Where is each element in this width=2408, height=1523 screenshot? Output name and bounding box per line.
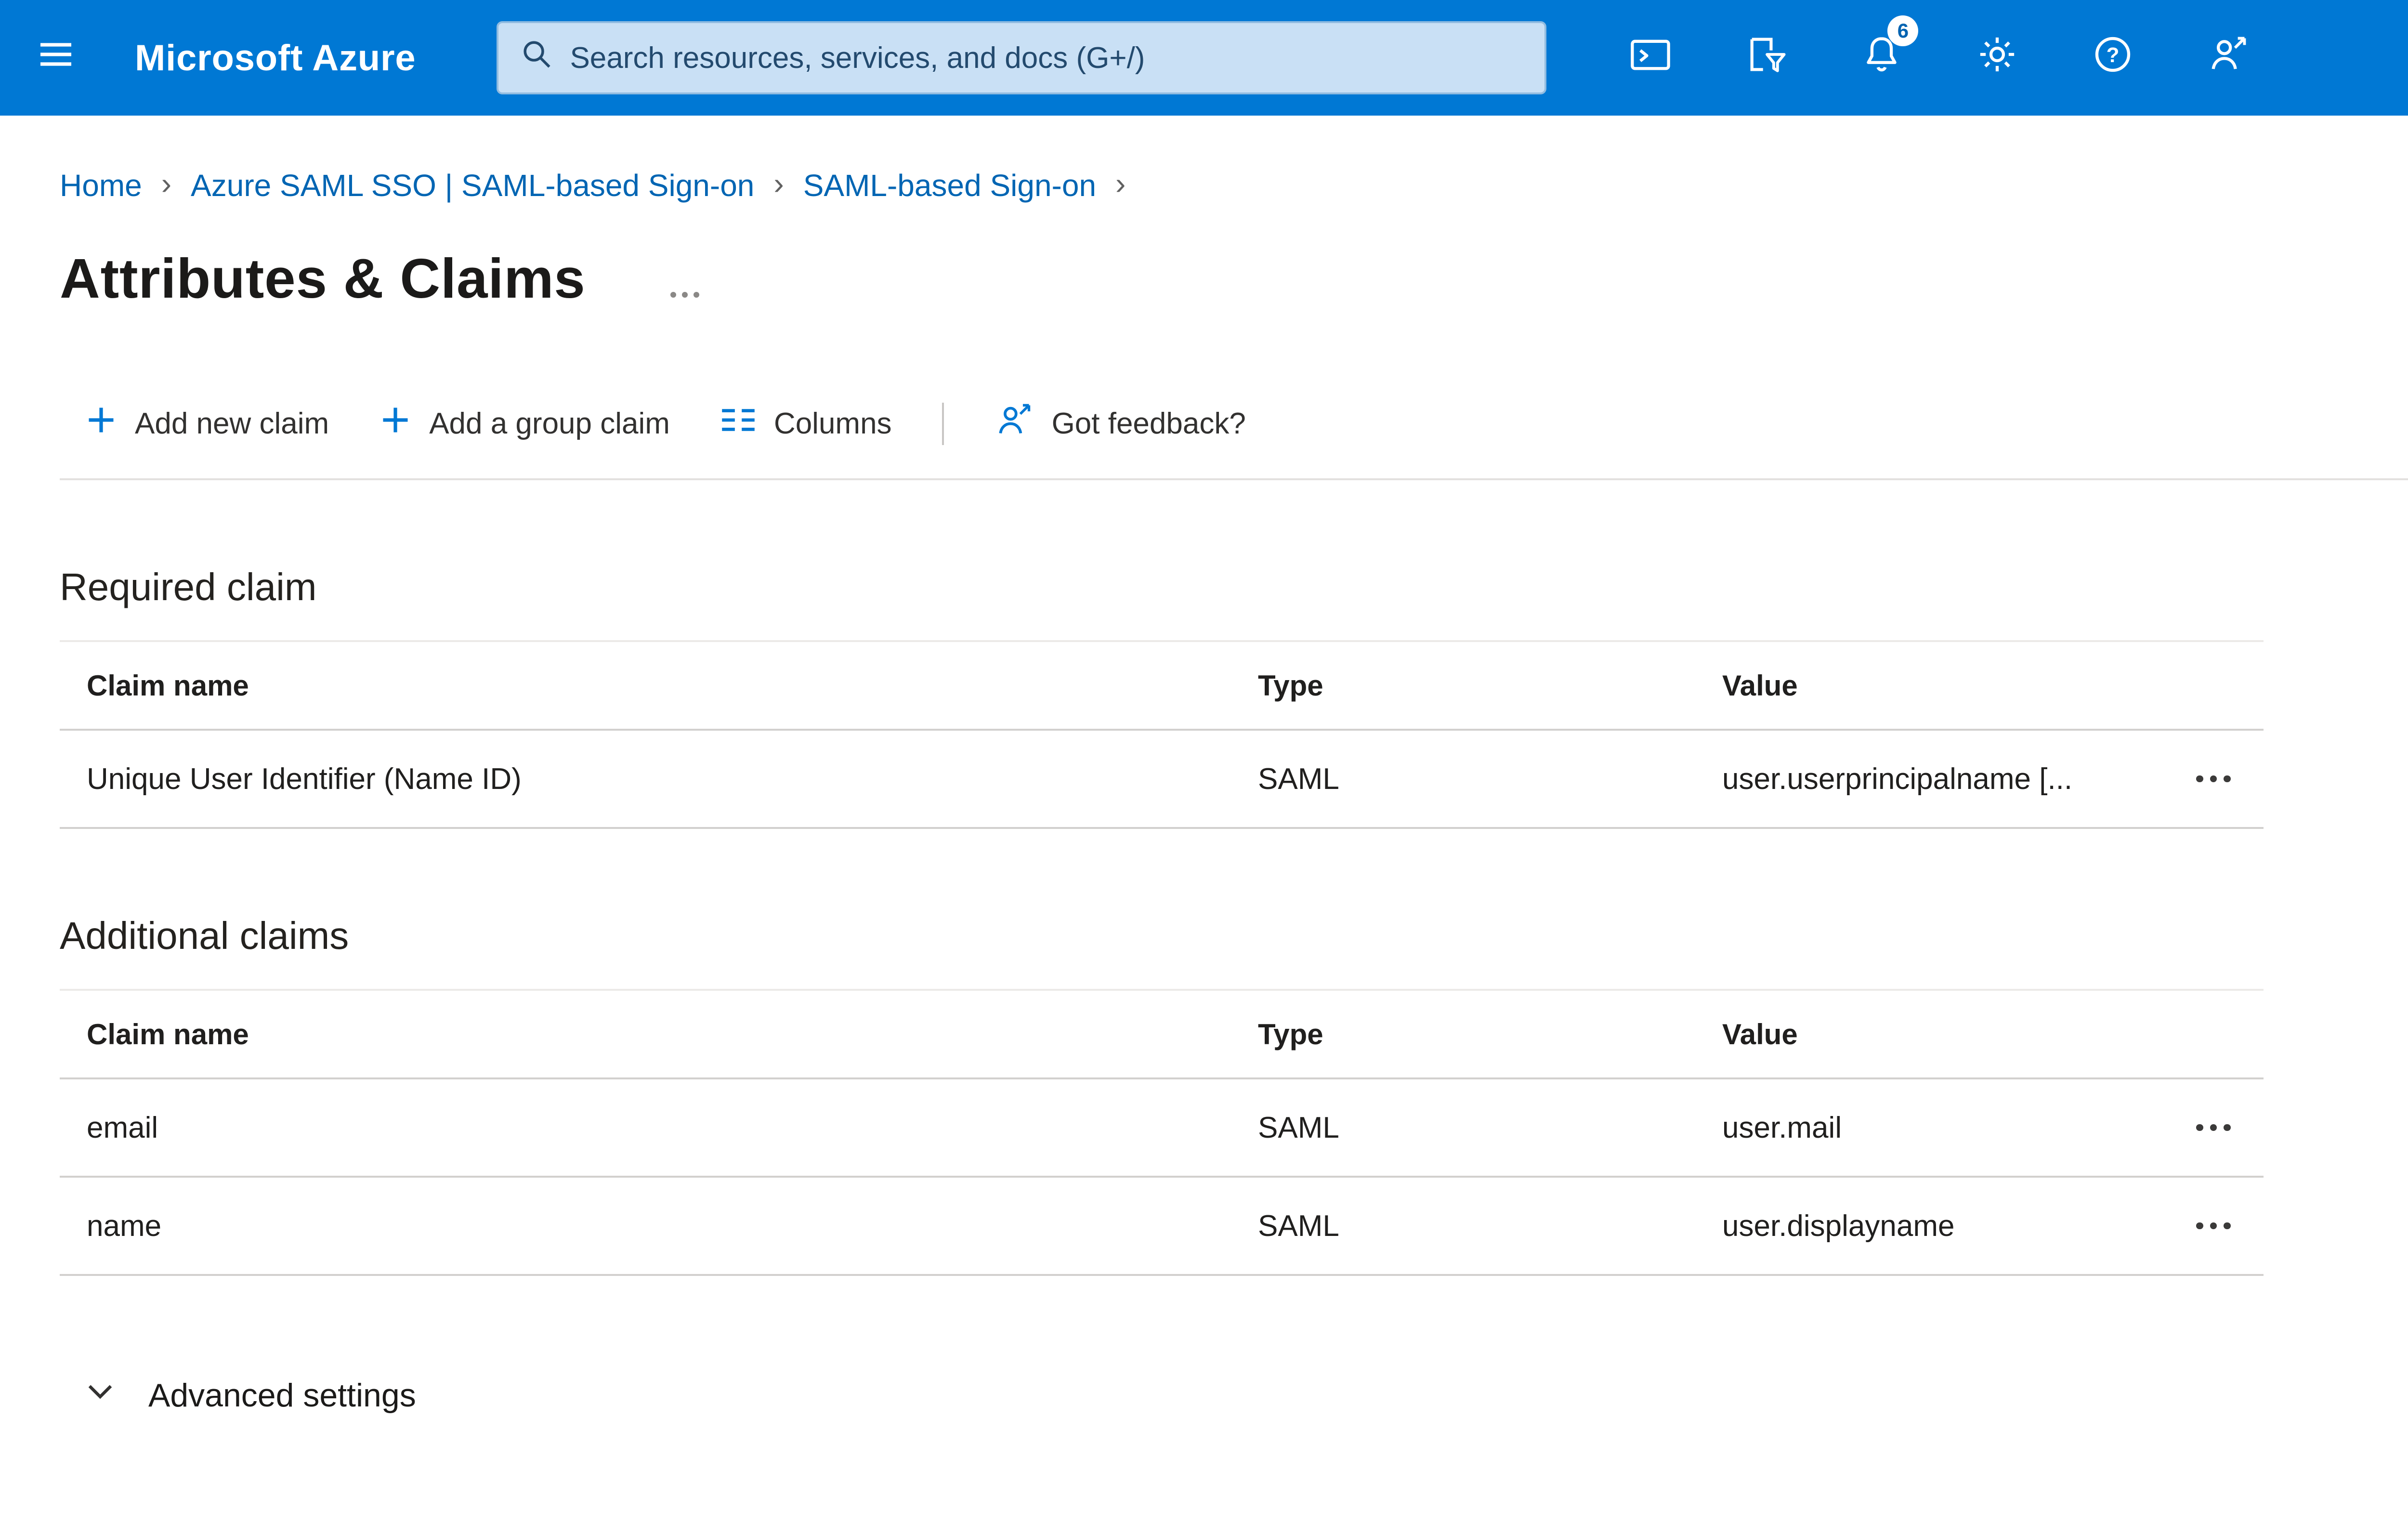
additional-claims-table: Claim name Type Value email SAML user.ma…	[60, 989, 2264, 1276]
cloud-shell-icon	[1628, 32, 1673, 84]
cloud-shell-button[interactable]	[1593, 0, 1708, 116]
claim-type-cell: SAML	[1258, 1111, 1339, 1144]
required-claim-section: Required claim Claim name Type Value Uni…	[60, 565, 2264, 829]
page-header: Attributes & Claims	[60, 246, 2408, 311]
additional-claims-section: Additional claims Claim name Type Value …	[60, 914, 2264, 1276]
claim-value-cell: user.displayname	[1722, 1209, 1955, 1243]
more-icon	[2196, 775, 2203, 783]
plus-icon	[85, 404, 118, 444]
table-row[interactable]: Unique User Identifier (Name ID) SAML us…	[60, 731, 2264, 829]
azure-brand[interactable]: Microsoft Azure	[135, 37, 416, 79]
hamburger-menu-button[interactable]	[0, 0, 112, 116]
required-claim-heading: Required claim	[60, 565, 317, 608]
advanced-settings-label: Advanced settings	[148, 1377, 416, 1414]
claim-type-cell: SAML	[1258, 1209, 1339, 1243]
help-icon: ?	[2091, 32, 2135, 84]
feedback-icon	[994, 400, 1034, 447]
toolbar-divider	[942, 402, 944, 445]
notification-badge: 6	[1887, 15, 1919, 46]
breadcrumb-home[interactable]: Home	[60, 168, 142, 203]
plus-icon	[379, 404, 412, 444]
settings-button[interactable]	[1939, 0, 2055, 116]
claim-value-cell: user.userprincipalname [...	[1722, 762, 2073, 796]
directory-filter-button[interactable]	[1708, 0, 1824, 116]
add-group-claim-button[interactable]: Add a group claim	[379, 404, 670, 444]
svg-text:?: ?	[2107, 43, 2120, 66]
got-feedback-button[interactable]: Got feedback?	[994, 400, 1246, 447]
advanced-settings-toggle[interactable]: Advanced settings	[85, 1376, 416, 1415]
add-new-claim-button[interactable]: Add new claim	[85, 404, 329, 444]
additional-claims-heading: Additional claims	[60, 914, 349, 957]
table-header-row: Claim name Type Value	[60, 989, 2264, 1079]
toolbar-rule	[60, 478, 2408, 480]
columns-button[interactable]: Columns	[720, 406, 892, 442]
chevron-down-icon	[85, 1376, 116, 1415]
claim-type-cell: SAML	[1258, 762, 1339, 796]
row-menu-button[interactable]	[2163, 1178, 2264, 1274]
claim-name-cell[interactable]: name	[60, 1209, 1258, 1243]
required-claim-table: Claim name Type Value Unique User Identi…	[60, 640, 2264, 829]
azure-topbar: Microsoft Azure 6	[0, 0, 2408, 116]
feedback-person-icon	[2206, 32, 2251, 84]
col-value: Value	[1722, 1018, 1798, 1050]
table-header-row: Claim name Type Value	[60, 640, 2264, 731]
chevron-right-icon: ›	[773, 166, 784, 201]
columns-label: Columns	[773, 407, 892, 440]
gear-icon	[1975, 32, 2019, 84]
page-more-button[interactable]	[670, 292, 699, 298]
search-input[interactable]	[570, 40, 1522, 75]
breadcrumb-app[interactable]: Azure SAML SSO | SAML-based Sign-on	[191, 168, 754, 203]
table-row[interactable]: email SAML user.mail	[60, 1079, 2264, 1178]
directory-filter-icon	[1744, 32, 1788, 84]
claim-value-cell: user.mail	[1722, 1111, 1842, 1144]
more-icon	[670, 292, 676, 298]
claim-name-cell[interactable]: email	[60, 1111, 1258, 1145]
row-menu-button[interactable]	[2163, 1079, 2264, 1176]
page-title: Attributes & Claims	[60, 247, 586, 310]
row-menu-button[interactable]	[2163, 731, 2264, 827]
col-value: Value	[1722, 669, 1798, 702]
topbar-actions: 6 ?	[1593, 0, 2286, 116]
claim-name-cell[interactable]: Unique User Identifier (Name ID)	[60, 762, 1258, 796]
help-button[interactable]: ?	[2055, 0, 2171, 116]
command-bar: Add new claim Add a group claim Columns …	[85, 400, 2408, 447]
chevron-right-icon: ›	[161, 166, 172, 201]
more-icon	[2196, 1124, 2203, 1131]
feedback-button[interactable]	[2171, 0, 2286, 116]
table-row[interactable]: name SAML user.displayname	[60, 1178, 2264, 1276]
global-search[interactable]	[497, 21, 1547, 94]
chevron-right-icon: ›	[1115, 166, 1126, 201]
hamburger-icon	[37, 35, 75, 81]
columns-icon	[720, 406, 757, 442]
add-new-claim-label: Add new claim	[135, 407, 329, 440]
search-icon	[522, 39, 552, 77]
col-type: Type	[1258, 1018, 1323, 1050]
col-claim-name: Claim name	[87, 1018, 249, 1050]
breadcrumb-saml-signon[interactable]: SAML-based Sign-on	[803, 168, 1096, 203]
col-type: Type	[1258, 669, 1323, 702]
notifications-button[interactable]: 6	[1824, 0, 1939, 116]
got-feedback-label: Got feedback?	[1051, 407, 1246, 440]
breadcrumb: Home › Azure SAML SSO | SAML-based Sign-…	[60, 166, 2408, 203]
add-group-claim-label: Add a group claim	[429, 407, 670, 440]
col-claim-name: Claim name	[87, 669, 249, 702]
more-icon	[2196, 1222, 2203, 1230]
